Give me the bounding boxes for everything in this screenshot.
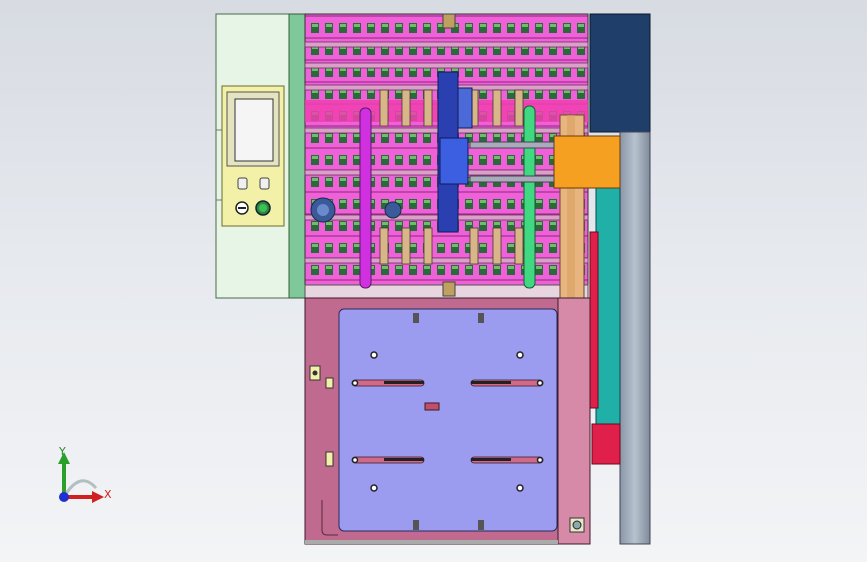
clamp-fixture-bottom	[569, 517, 585, 533]
indicator-lamp-left	[237, 177, 248, 190]
guide-bar-left	[359, 107, 372, 289]
start-button-icon[interactable]	[255, 200, 271, 216]
motor-right	[384, 201, 402, 219]
cad-viewport[interactable]: Y X	[0, 0, 867, 562]
selector-switch-icon[interactable]	[235, 201, 249, 215]
linear-rail-teal	[595, 185, 621, 425]
rail-bumper	[589, 231, 599, 409]
work-plate[interactable]	[338, 308, 558, 532]
rail-housing-top	[589, 13, 651, 133]
guide-bar-right	[523, 105, 536, 289]
carriage-slider[interactable]	[553, 135, 621, 189]
hmi-touchscreen	[234, 98, 274, 162]
rail-profile	[619, 131, 651, 545]
motor-left	[310, 197, 336, 223]
indicator-lamp-right	[259, 177, 270, 190]
y-axis-label: Y	[58, 445, 66, 458]
axis-triad-icon: Y X	[58, 445, 112, 503]
x-axis-label: X	[104, 488, 112, 501]
rail-end-stop	[591, 423, 621, 465]
hmi-panel[interactable]	[221, 85, 285, 227]
